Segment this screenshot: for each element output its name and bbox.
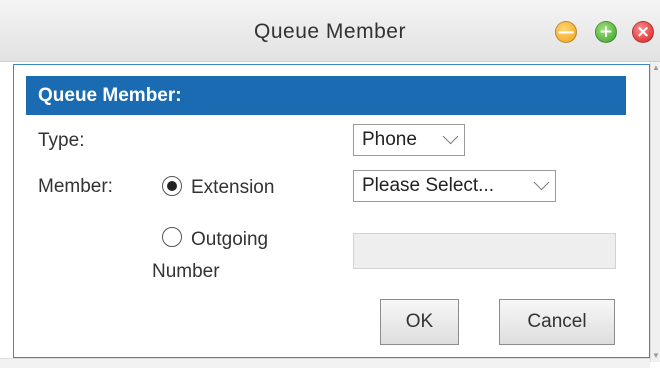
close-icon[interactable]: × xyxy=(632,21,654,43)
type-label: Type: xyxy=(38,130,85,151)
bottom-scroll-area xyxy=(0,358,650,368)
window-titlebar: Queue Member — + × xyxy=(0,0,660,62)
extension-select-value: Please Select... xyxy=(362,175,495,196)
scroll-up-icon[interactable]: ▲ xyxy=(652,64,660,72)
chevron-down-icon xyxy=(442,128,459,145)
scroll-down-icon[interactable]: ▼ xyxy=(652,352,660,360)
ok-button[interactable]: OK xyxy=(380,299,459,345)
section-header: Queue Member: xyxy=(26,76,626,115)
type-select-value: Phone xyxy=(362,129,417,150)
minimize-icon[interactable]: — xyxy=(555,21,577,43)
maximize-icon[interactable]: + xyxy=(595,21,617,43)
outgoing-number-radio[interactable] xyxy=(162,227,182,247)
outgoing-number-field xyxy=(353,233,616,269)
chevron-down-icon xyxy=(533,174,550,191)
extension-select[interactable]: Please Select... xyxy=(353,170,556,202)
vertical-scrollbar[interactable]: ▲ ▼ xyxy=(650,62,660,362)
outgoing-radio-label[interactable]: Outgoing xyxy=(191,229,268,251)
extension-radio[interactable] xyxy=(162,176,182,196)
member-label: Member: xyxy=(38,176,113,197)
type-select[interactable]: Phone xyxy=(353,124,465,156)
cancel-button[interactable]: Cancel xyxy=(499,299,615,345)
extension-radio-label[interactable]: Extension xyxy=(191,177,274,199)
outgoing-radio-label-number[interactable]: Number xyxy=(152,261,220,283)
